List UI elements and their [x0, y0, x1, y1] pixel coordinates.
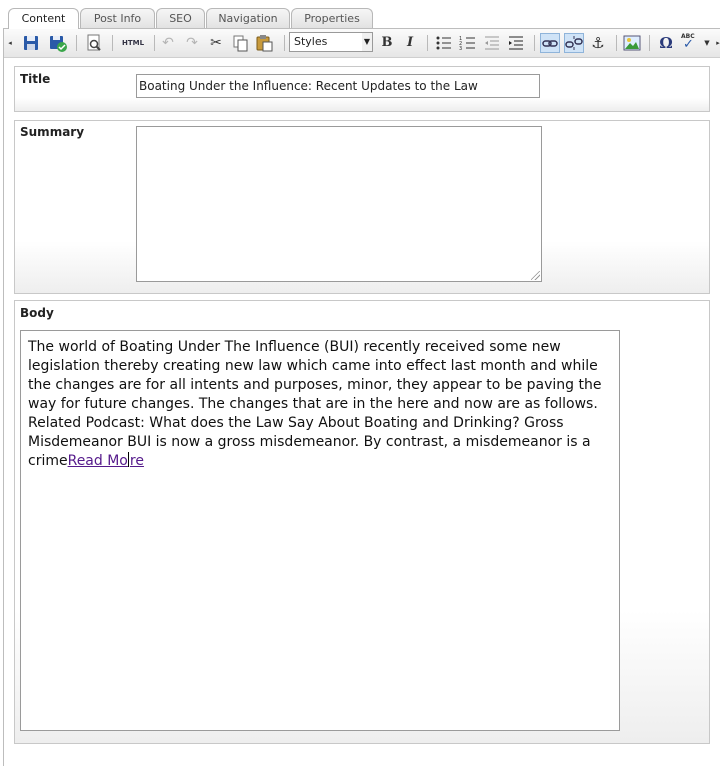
unlink-icon[interactable] — [564, 33, 584, 53]
spellcheck-button[interactable]: ABC ✓ — [680, 33, 702, 53]
body-label: Body — [20, 306, 54, 320]
numbered-list-icon[interactable]: 123 — [458, 33, 478, 53]
tab-navigation[interactable]: Navigation — [206, 8, 290, 28]
insert-link-icon[interactable] — [540, 33, 560, 53]
toolbar-separator — [427, 35, 428, 51]
toolbar-collapse-icon[interactable]: ◂ — [6, 33, 14, 53]
save-as-icon[interactable] — [48, 33, 68, 53]
chevron-down-icon: ▼ — [362, 33, 372, 51]
styles-dropdown[interactable]: Styles ▼ — [289, 32, 373, 52]
toolbar-separator — [76, 35, 77, 51]
svg-text:3: 3 — [459, 46, 462, 52]
read-more-link[interactable]: Read Mo re — [67, 452, 144, 469]
toolbar-separator — [284, 35, 285, 51]
toolbar-separator — [616, 35, 617, 51]
title-input[interactable]: Boating Under the Influence: Recent Upda… — [136, 74, 540, 98]
resize-grip-icon[interactable] — [531, 271, 540, 280]
tab-properties[interactable]: Properties — [291, 8, 373, 28]
redo-icon[interactable]: ↷ — [182, 33, 202, 53]
toolbar-separator — [112, 35, 113, 51]
tab-content[interactable]: Content — [8, 8, 79, 29]
tab-seo[interactable]: SEO — [156, 8, 205, 28]
title-section: Title Boating Under the Influence: Recen… — [14, 66, 710, 112]
cut-icon[interactable]: ✂ — [206, 33, 226, 53]
bulleted-list-icon[interactable] — [434, 33, 454, 53]
toolbar-expand-icon[interactable]: ▸ — [714, 33, 720, 53]
toolbar-separator — [649, 35, 650, 51]
anchor-icon[interactable]: ⚓ — [588, 33, 608, 53]
tab-post-info[interactable]: Post Info — [80, 8, 155, 28]
editor-toolbar: ◂ HTML ↶ ↷ ✂ Styles ▼ B I 123 ⚓ Ω ABC ✓ … — [4, 29, 720, 58]
body-rich-text-editor[interactable]: The world of Boating Under The Influence… — [20, 330, 620, 731]
preview-icon[interactable] — [84, 33, 104, 53]
checkmark-icon: ✓ — [683, 37, 694, 52]
paste-icon[interactable] — [254, 33, 274, 53]
title-label: Title — [20, 72, 51, 86]
body-text: The world of Boating Under The Influence… — [28, 339, 602, 469]
outdent-icon[interactable] — [482, 33, 502, 53]
summary-section: Summary — [14, 120, 710, 294]
special-character-button[interactable]: Ω — [656, 33, 676, 53]
toolbar-separator — [534, 35, 535, 51]
undo-icon[interactable]: ↶ — [158, 33, 178, 53]
summary-textarea[interactable] — [136, 126, 542, 282]
indent-icon[interactable] — [506, 33, 526, 53]
summary-label: Summary — [20, 125, 85, 139]
copy-icon[interactable] — [230, 33, 250, 53]
body-section: Body The world of Boating Under The Infl… — [14, 300, 710, 744]
html-source-button[interactable]: HTML — [120, 33, 146, 53]
italic-button[interactable]: I — [400, 33, 420, 53]
spellcheck-dropdown-icon[interactable]: ▼ — [702, 33, 712, 53]
save-icon[interactable] — [21, 33, 41, 53]
bold-button[interactable]: B — [377, 33, 397, 53]
toolbar-separator — [154, 35, 155, 51]
insert-image-icon[interactable] — [622, 33, 642, 53]
read-more-text-part2: re — [129, 453, 144, 469]
read-more-text-part1: Read Mo — [67, 453, 128, 469]
styles-dropdown-value: Styles — [294, 35, 328, 48]
